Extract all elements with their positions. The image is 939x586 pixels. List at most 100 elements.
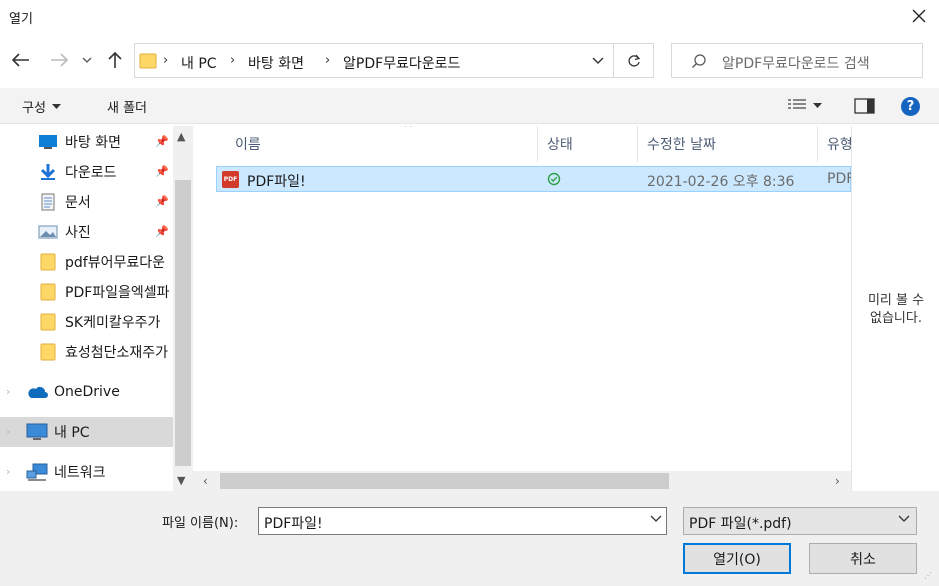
breadcrumb-desktop[interactable]: 바탕 화면 <box>248 53 304 73</box>
nav-item-label: PDF파일을엑셀파 <box>65 285 170 301</box>
filename-label: 파일 이름(N): <box>162 516 239 531</box>
title-bar: 열기 <box>0 0 939 34</box>
filetype-select[interactable]: PDF 파일(*.pdf) <box>683 507 917 535</box>
folder-icon <box>37 313 59 331</box>
nav-item-label: 네트워크 <box>54 465 106 481</box>
preview-pane-icon[interactable] <box>854 98 875 114</box>
filetype-value: PDF 파일(*.pdf) <box>689 516 792 532</box>
scrollbar-thumb[interactable] <box>175 180 191 466</box>
nav-item-pictures[interactable]: 사진 📌 <box>0 217 173 247</box>
open-button[interactable]: 열기(O) <box>683 543 791 574</box>
nav-item-downloads[interactable]: 다운로드 📌 <box>0 157 173 187</box>
new-folder-button[interactable]: 새 폴더 <box>107 97 147 116</box>
expand-chevron-icon[interactable]: › <box>6 465 10 478</box>
scroll-down-icon[interactable]: ▼ <box>177 474 185 487</box>
up-arrow-icon[interactable] <box>105 50 125 70</box>
cancel-button[interactable]: 취소 <box>809 543 917 574</box>
nav-pane-scrollbar[interactable]: ▲ ▼ <box>173 126 193 491</box>
organize-label: 구성 <box>22 101 46 116</box>
nav-item-this-pc[interactable]: › 내 PC <box>0 417 173 447</box>
pin-icon[interactable]: 📌 <box>155 225 169 238</box>
breadcrumb-separator-icon: › <box>163 53 169 68</box>
file-row[interactable]: PDF PDF파일! 2021-02-26 오후 8:36 PDF <box>216 166 851 192</box>
address-dropdown-icon[interactable] <box>584 43 612 78</box>
file-type: PDF <box>827 171 851 187</box>
picture-icon <box>37 225 59 239</box>
nav-item-folder[interactable]: PDF파일을엑셀파 <box>0 277 173 307</box>
nav-item-onedrive[interactable]: › OneDrive <box>0 377 173 407</box>
nav-item-network[interactable]: › 네트워크 <box>0 457 173 487</box>
nav-item-label: 바탕 화면 <box>65 135 121 151</box>
onedrive-icon <box>26 385 48 399</box>
nav-item-documents[interactable]: 문서 📌 <box>0 187 173 217</box>
pc-icon <box>26 423 48 441</box>
filename-input[interactable]: PDF파일! <box>258 507 667 535</box>
folder-icon <box>37 343 59 361</box>
caret-down-icon <box>51 104 61 109</box>
column-header-modified[interactable]: 수정한 날짜 <box>638 126 818 162</box>
search-placeholder: 알PDF무료다운로드 검색 <box>722 56 870 72</box>
back-arrow-icon[interactable] <box>11 50 31 70</box>
nav-item-folder[interactable]: 효성첨단소재주가 <box>0 337 173 367</box>
sort-ascending-icon: ^ <box>404 126 413 134</box>
expand-chevron-icon[interactable]: › <box>6 385 10 398</box>
search-box[interactable]: 알PDF무료다운로드 검색 <box>671 43 923 78</box>
document-icon <box>37 193 59 211</box>
pin-icon[interactable]: 📌 <box>155 165 169 178</box>
navigation-pane: 바탕 화면 📌 다운로드 📌 문서 📌 사진 📌 pdf뷰어무료다운 PDF파일… <box>0 126 193 491</box>
nav-item-folder[interactable]: SK케미칼우주가 <box>0 307 173 337</box>
nav-item-label: pdf뷰어무료다운 <box>65 255 165 271</box>
close-icon[interactable] <box>909 6 929 26</box>
preview-pane: 미리 볼 수 없습니다. <box>851 126 939 491</box>
window-title: 열기 <box>9 12 33 27</box>
breadcrumb-current-folder[interactable]: 알PDF무료다운로드 <box>343 53 460 73</box>
recent-chevron-icon[interactable] <box>80 50 94 70</box>
nav-item-desktop[interactable]: 바탕 화면 📌 <box>0 127 173 157</box>
scroll-up-icon[interactable]: ▲ <box>177 130 185 143</box>
nav-item-folder[interactable]: pdf뷰어무료다운 <box>0 247 173 277</box>
scroll-right-icon[interactable]: › <box>835 474 840 488</box>
chevron-down-icon[interactable] <box>650 515 662 522</box>
download-icon <box>37 163 59 181</box>
resize-grip-icon[interactable]: ⋰ <box>924 571 932 580</box>
help-icon[interactable]: ? <box>901 97 920 116</box>
file-name: PDF파일! <box>247 174 306 190</box>
view-options-button[interactable] <box>787 98 822 112</box>
breadcrumb-separator-icon: › <box>230 53 236 68</box>
dialog-footer: 파일 이름(N): PDF파일! PDF 파일(*.pdf) 열기(O) 취소 … <box>0 491 939 586</box>
breadcrumb-separator-icon: › <box>325 53 331 68</box>
network-icon <box>26 463 48 481</box>
scroll-left-icon[interactable]: ‹ <box>203 474 208 488</box>
pin-icon[interactable]: 📌 <box>155 135 169 148</box>
refresh-icon[interactable] <box>614 43 654 78</box>
expand-chevron-icon[interactable]: › <box>6 425 10 438</box>
nav-item-label: 사진 <box>65 225 91 241</box>
sync-status-check-icon <box>547 172 561 186</box>
caret-down-icon <box>813 102 822 108</box>
nav-item-label: OneDrive <box>54 384 120 400</box>
command-toolbar: 구성 새 폴더 ? <box>0 88 939 124</box>
column-header-name[interactable]: 이름 ^ <box>226 126 538 162</box>
breadcrumb-pc[interactable]: 내 PC <box>181 53 217 73</box>
column-header-status[interactable]: 상태 <box>538 126 638 162</box>
nav-item-label: 문서 <box>65 195 91 211</box>
folder-icon <box>37 253 59 271</box>
forward-arrow-icon[interactable] <box>49 50 69 70</box>
file-list: 이름 ^ 상태 수정한 날짜 유형 PDF PDF파일! 2021-02-26 … <box>193 126 851 491</box>
address-bar[interactable]: › 내 PC › 바탕 화면 › 알PDF무료다운로드 <box>134 43 614 78</box>
chevron-down-icon <box>898 515 910 522</box>
folder-icon <box>139 53 157 69</box>
nav-item-label: 내 PC <box>54 425 90 441</box>
filename-value: PDF파일! <box>264 516 323 532</box>
file-list-horizontal-scrollbar[interactable]: ‹ › <box>193 471 851 491</box>
column-header-type[interactable]: 유형 <box>818 126 851 162</box>
scrollbar-thumb[interactable] <box>220 473 669 489</box>
folder-icon <box>37 283 59 301</box>
no-preview-message: 미리 볼 수 없습니다. <box>867 293 925 326</box>
nav-item-label: SK케미칼우주가 <box>65 315 161 331</box>
details-view-icon <box>788 99 806 109</box>
organize-button[interactable]: 구성 <box>22 97 61 116</box>
pin-icon[interactable]: 📌 <box>155 195 169 208</box>
file-modified-date: 2021-02-26 오후 8:36 <box>647 174 795 190</box>
pdf-file-icon: PDF <box>222 171 239 188</box>
